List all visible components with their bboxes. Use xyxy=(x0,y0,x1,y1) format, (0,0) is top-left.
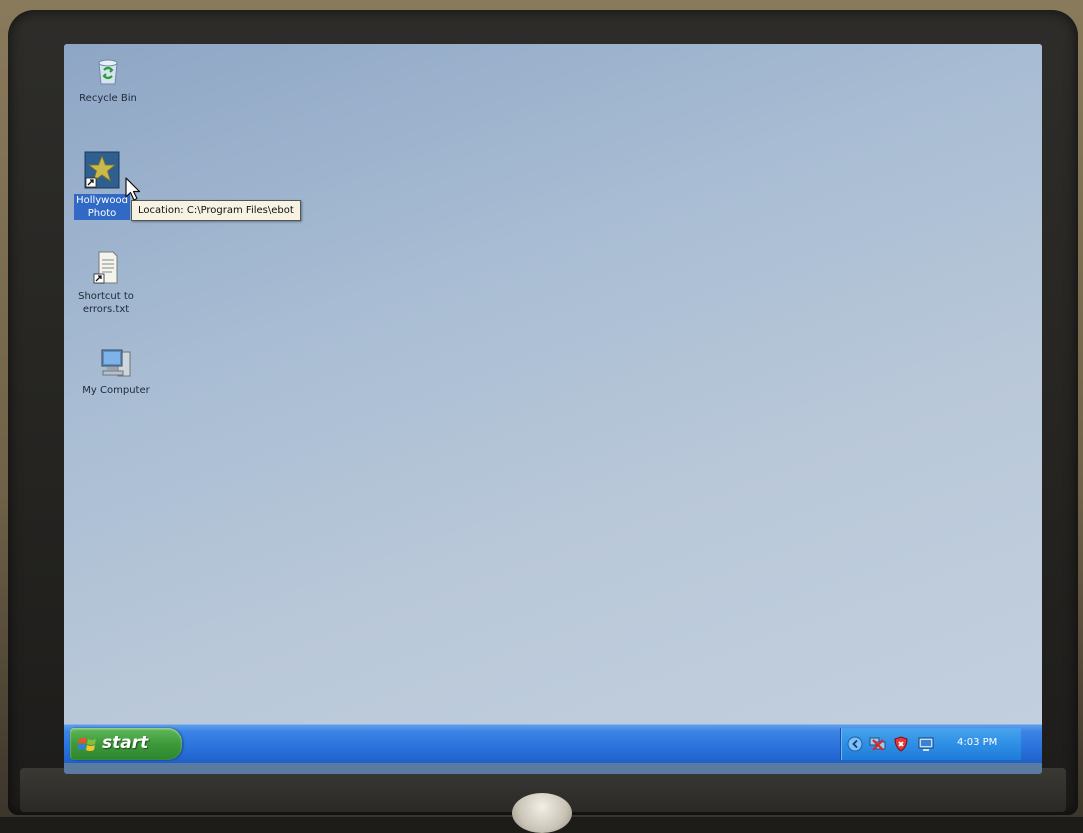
desktop-icon-recycle-bin[interactable]: Recycle Bin xyxy=(68,54,148,105)
my-computer-icon xyxy=(101,349,131,377)
desktop-icon-label: Shortcut to xyxy=(78,291,134,302)
windows-flag-icon xyxy=(78,738,96,751)
network-disconnected-icon[interactable] xyxy=(869,736,887,752)
desktop-icon-my-computer[interactable]: My Computer xyxy=(76,346,156,397)
start-label: start xyxy=(102,733,149,753)
desktop[interactable]: Recycle Bin Hollywood Photo Shortcut to … xyxy=(64,44,1042,724)
mouse-cursor-icon xyxy=(125,177,141,201)
monitor-power-button xyxy=(512,793,572,833)
desktop-icon-label: Recycle Bin xyxy=(79,93,137,104)
taskbar: start 4:03 PM xyxy=(64,724,1042,763)
desktop-icon-shortcut-errors-txt[interactable]: Shortcut to errors.txt xyxy=(66,250,146,316)
text-file-shortcut-icon xyxy=(93,251,118,284)
start-button[interactable]: start xyxy=(70,728,182,760)
desktop-icon-label: My Computer xyxy=(82,385,150,396)
desktop-icon-label: Hollywood Photo xyxy=(74,194,130,220)
star-shortcut-icon xyxy=(84,151,120,189)
monitor-screen: Recycle Bin Hollywood Photo Shortcut to … xyxy=(64,44,1042,774)
recycle-bin-icon xyxy=(98,59,118,85)
location-tooltip: Location: C:\Program Files\ebot xyxy=(131,200,301,221)
system-tray: 4:03 PM xyxy=(840,728,1021,760)
desktop-icon-label: errors.txt xyxy=(82,304,130,315)
security-shield-icon[interactable] xyxy=(893,736,909,752)
show-hidden-icons-chevron[interactable] xyxy=(847,736,863,752)
taskbar-clock[interactable]: 4:03 PM xyxy=(957,737,997,748)
monitor-icon[interactable] xyxy=(917,736,935,752)
